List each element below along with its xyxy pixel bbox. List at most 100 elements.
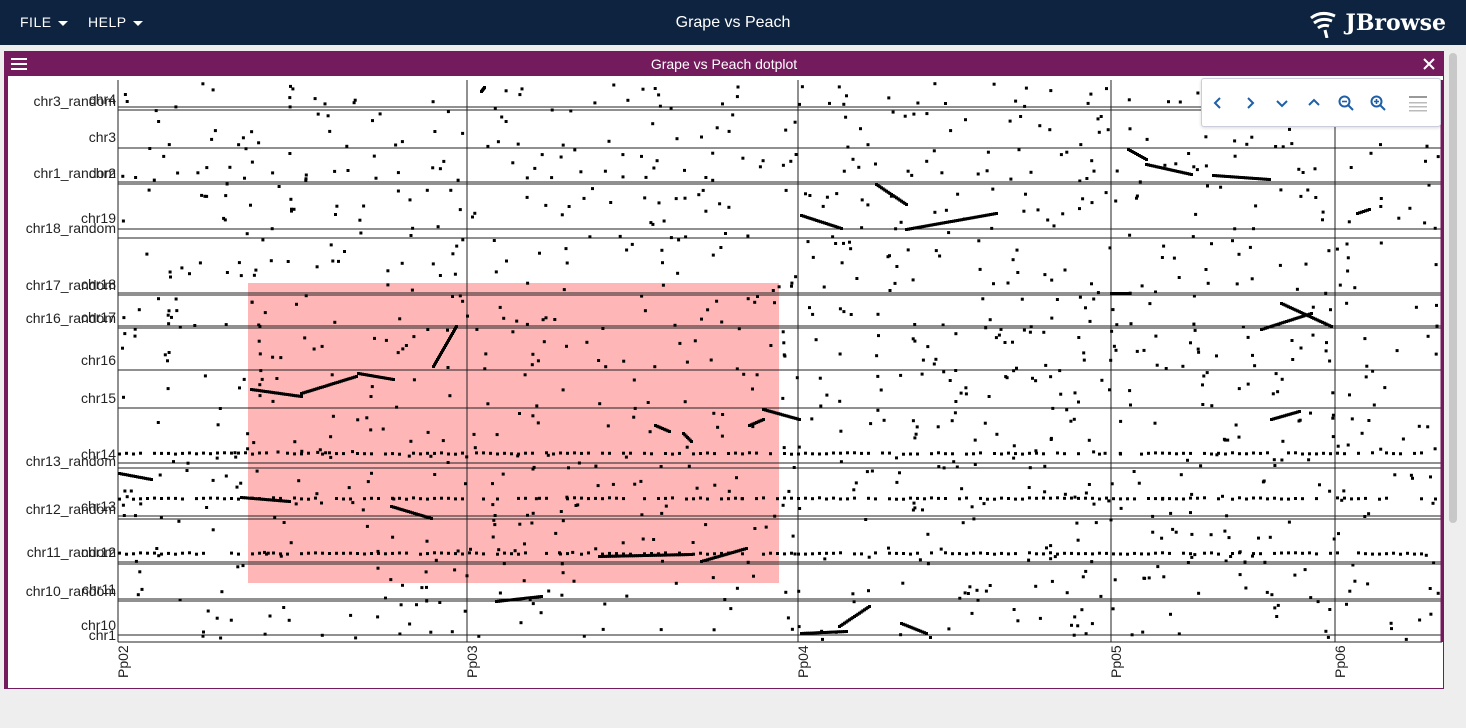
alignment-dot bbox=[1345, 242, 1349, 246]
alignment-dot bbox=[910, 173, 914, 177]
alignment-dot bbox=[1112, 497, 1115, 501]
alignment-dot bbox=[1147, 497, 1150, 500]
alignment-dot bbox=[903, 114, 907, 118]
alignment-dot bbox=[895, 551, 898, 555]
alignment-dot bbox=[1196, 496, 1199, 500]
alignment-dot bbox=[831, 235, 835, 239]
alignment-dot bbox=[1278, 263, 1282, 267]
alignment-dot bbox=[838, 399, 842, 403]
alignment-dot bbox=[433, 496, 436, 500]
alignment-dot bbox=[709, 358, 713, 362]
alignment-dot bbox=[517, 552, 520, 556]
x-tick-label: Pp05 bbox=[1108, 645, 1124, 678]
zoom-out-icon[interactable] bbox=[1336, 93, 1356, 113]
alignment-dot bbox=[622, 451, 625, 455]
alignment-dot bbox=[401, 583, 404, 587]
alignment-dot bbox=[1225, 514, 1229, 518]
alignment-dot bbox=[949, 129, 953, 133]
alignment-dot bbox=[938, 254, 942, 258]
alignment-dot bbox=[887, 546, 890, 550]
alignment-dot bbox=[293, 440, 297, 444]
alignment-dot bbox=[168, 270, 172, 274]
alignment-dot bbox=[1274, 145, 1278, 148]
alignment-dot bbox=[1190, 532, 1194, 536]
alignment-dot bbox=[1210, 452, 1213, 456]
alignment-dot bbox=[1000, 452, 1003, 456]
alignment-dot bbox=[1090, 159, 1094, 163]
scrollbar[interactable] bbox=[1446, 51, 1460, 689]
alignment-dot bbox=[797, 452, 800, 456]
alignment-dot bbox=[526, 281, 530, 285]
alignment-dot bbox=[1107, 499, 1111, 503]
alignment-dot bbox=[209, 452, 212, 456]
alignment-dot bbox=[851, 157, 855, 161]
alignment-dot bbox=[1347, 220, 1351, 224]
alignment-dot bbox=[888, 497, 891, 501]
alignment-dot bbox=[351, 501, 355, 505]
alignment-dot bbox=[134, 514, 137, 518]
alignment-dot bbox=[564, 247, 568, 251]
alignment-dot bbox=[1404, 637, 1408, 641]
alignment-dot bbox=[1091, 496, 1094, 500]
chevron-left-icon[interactable] bbox=[1208, 93, 1228, 113]
alignment-dot bbox=[711, 151, 715, 155]
alignment-dot bbox=[517, 452, 520, 456]
alignment-dot bbox=[790, 551, 793, 555]
alignment-dot bbox=[840, 227, 843, 230]
alignment-dot bbox=[699, 496, 702, 500]
alignment-dot bbox=[1160, 536, 1164, 540]
alignment-dot bbox=[1331, 435, 1335, 439]
alignment-dot bbox=[497, 548, 501, 552]
alignment-dot bbox=[410, 288, 414, 292]
alignment-dot bbox=[580, 451, 583, 455]
alignment-dot bbox=[1012, 456, 1016, 460]
y-tick-label: chr15 bbox=[81, 390, 116, 406]
alignment-dot bbox=[769, 344, 773, 347]
alignment-dot bbox=[804, 552, 807, 556]
alignment-dot bbox=[540, 595, 543, 598]
alignment-dot bbox=[1112, 344, 1116, 348]
alignment-dot bbox=[1329, 452, 1332, 456]
alignment-dot bbox=[1084, 306, 1087, 310]
alignment-dot bbox=[263, 311, 267, 315]
alignment-dot bbox=[250, 160, 254, 164]
alignment-dot bbox=[1346, 443, 1350, 447]
alignment-dot bbox=[1119, 497, 1122, 501]
alignment-dot bbox=[391, 535, 395, 539]
alignment-dot bbox=[606, 424, 610, 428]
chevron-down-icon[interactable] bbox=[1272, 93, 1292, 113]
alignment-dot bbox=[1016, 271, 1020, 274]
alignment-dot bbox=[1210, 551, 1213, 555]
alignment-dot bbox=[797, 445, 801, 449]
alignment-dot bbox=[674, 581, 678, 585]
alignment-dot bbox=[271, 399, 275, 403]
alignment-dot bbox=[1163, 163, 1167, 167]
settings-menu-icon[interactable] bbox=[1407, 93, 1429, 113]
alignment-dot bbox=[148, 147, 152, 150]
alignment-dot bbox=[968, 585, 972, 589]
alignment-dot bbox=[138, 570, 142, 574]
alignment-dot bbox=[1187, 152, 1191, 155]
alignment-dot bbox=[1238, 496, 1241, 500]
alignment-dot bbox=[905, 203, 908, 206]
alignment-dot bbox=[153, 451, 156, 455]
alignment-dot bbox=[195, 552, 198, 556]
alignment-dot bbox=[729, 607, 733, 611]
alignment-dot bbox=[178, 598, 182, 602]
alignment-dot bbox=[1092, 169, 1096, 173]
alignment-dot bbox=[1233, 227, 1237, 231]
zoom-in-icon[interactable] bbox=[1368, 93, 1388, 113]
alignment-dot bbox=[237, 261, 241, 265]
alignment-dot bbox=[684, 235, 688, 239]
alignment-dot bbox=[1034, 584, 1038, 588]
chevron-up-icon[interactable] bbox=[1304, 93, 1324, 113]
alignment-dot bbox=[854, 481, 858, 485]
alignment-dot bbox=[1210, 242, 1213, 246]
chevron-right-icon[interactable] bbox=[1240, 93, 1260, 113]
alignment-dot bbox=[1217, 497, 1220, 501]
x-tick-label: Pp03 bbox=[464, 645, 480, 678]
alignment-dot bbox=[793, 120, 797, 124]
alignment-dot bbox=[1252, 227, 1255, 231]
alignment-dot bbox=[1027, 558, 1031, 562]
alignment-dot bbox=[853, 496, 856, 500]
